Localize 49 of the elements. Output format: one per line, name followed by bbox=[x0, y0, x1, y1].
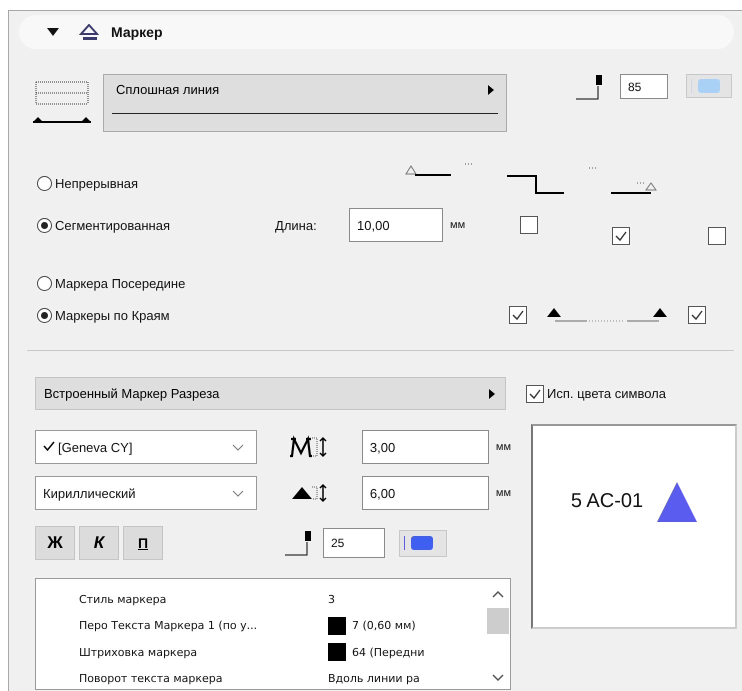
pen-number-field[interactable]: 25 bbox=[323, 528, 385, 558]
underline-button[interactable]: П bbox=[123, 526, 163, 560]
radio-button[interactable]: Сегментированная bbox=[37, 218, 170, 232]
length-label: Длина: bbox=[275, 218, 318, 232]
pen-number-field[interactable]: 85 bbox=[620, 74, 668, 99]
property-value: Вдоль линии ра bbox=[328, 672, 420, 686]
triangle-marker-icon bbox=[657, 482, 698, 522]
scroll-down-icon[interactable] bbox=[492, 674, 504, 681]
caret-icon bbox=[488, 85, 494, 95]
chevron-down-icon bbox=[232, 490, 244, 496]
marker-height-field[interactable]: 6,00 bbox=[362, 476, 489, 510]
script-select[interactable]: Кириллический bbox=[35, 476, 257, 510]
property-name: Стиль маркера bbox=[79, 592, 168, 606]
radio-button[interactable]: Маркеры по Краям bbox=[37, 308, 170, 322]
expand-triangle-icon[interactable] bbox=[47, 28, 59, 36]
chevron-down-icon bbox=[232, 444, 244, 450]
unit-label: мм bbox=[496, 487, 512, 499]
scroll-up-icon[interactable] bbox=[492, 591, 504, 598]
property-value: 3 bbox=[328, 592, 335, 606]
preview-label: 5 AC-01 bbox=[570, 490, 644, 513]
length-field[interactable]: 10,00 bbox=[349, 208, 444, 242]
property-name: Штриховка маркера bbox=[79, 646, 198, 659]
bold-button[interactable]: Ж bbox=[35, 526, 75, 560]
unit-label: мм bbox=[450, 219, 466, 231]
unit-label: мм bbox=[496, 441, 512, 453]
line-type-dropdown[interactable]: Сплошная линия bbox=[103, 74, 507, 132]
marker-type-dropdown[interactable]: Встроенный Маркер Разреза bbox=[35, 377, 506, 410]
font-select[interactable]: [Geneva CY] bbox=[35, 430, 257, 464]
property-value: 64 (Передни bbox=[352, 646, 425, 659]
property-value: 7 (0,60 мм) bbox=[352, 619, 416, 632]
checkbox[interactable] bbox=[508, 306, 527, 324]
checkbox[interactable]: Исп. цвета символа bbox=[526, 384, 666, 402]
marker-icon bbox=[79, 24, 99, 40]
property-name: Поворот текста маркера bbox=[79, 672, 224, 686]
text-height-field[interactable]: 3,00 bbox=[362, 430, 489, 464]
checkbox[interactable] bbox=[520, 216, 538, 234]
radio-button[interactable]: Маркера Посередине bbox=[37, 276, 186, 290]
text-height-icon bbox=[288, 435, 328, 459]
property-name: Перо Текста Маркера 1 (по у... bbox=[79, 619, 258, 632]
caret-icon bbox=[489, 388, 495, 398]
scrollbar-thumb[interactable] bbox=[487, 608, 509, 634]
color-button[interactable] bbox=[399, 530, 447, 556]
checkbox[interactable] bbox=[708, 227, 726, 245]
checkbox[interactable] bbox=[688, 306, 706, 324]
checkbox[interactable] bbox=[612, 227, 630, 245]
italic-button[interactable]: К bbox=[79, 526, 119, 560]
color-button[interactable] bbox=[686, 74, 732, 98]
section-title: Маркер bbox=[111, 24, 163, 40]
radio-button[interactable]: Непрерывная bbox=[37, 176, 138, 190]
